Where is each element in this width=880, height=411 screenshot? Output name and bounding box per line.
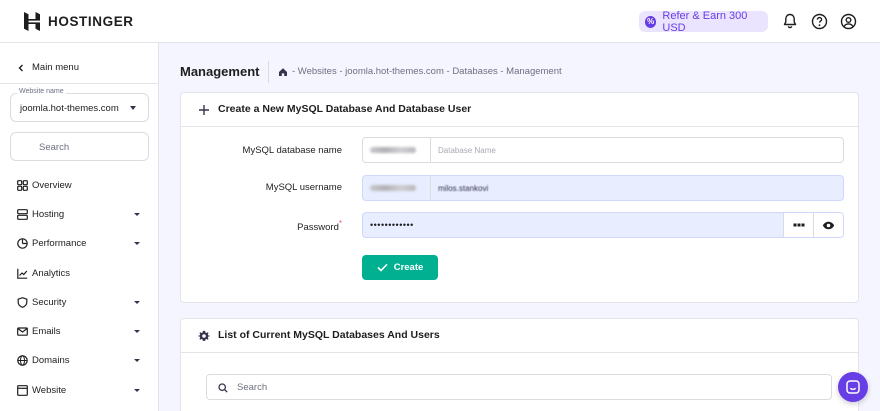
- sidebar-item-website[interactable]: Website: [0, 380, 159, 402]
- gear-icon: [198, 330, 210, 341]
- database-search-input[interactable]: Search: [206, 374, 832, 400]
- create-card-title: Create a New MySQL Database And Database…: [218, 103, 472, 115]
- main-menu-link[interactable]: Main menu: [18, 62, 79, 73]
- generate-password-button[interactable]: [783, 213, 813, 237]
- chevron-down-icon: [134, 389, 140, 392]
- chevron-down-icon: [134, 242, 140, 245]
- chevron-down-icon: [134, 330, 140, 333]
- page-title: Management: [180, 64, 260, 79]
- top-bar: HOSTINGER % Refer & Earn 300 USD: [0, 0, 880, 43]
- sidebar-item-label: Performance: [32, 238, 87, 249]
- breadcrumb: - Websites - joomla.hot-themes.com - Dat…: [278, 66, 562, 77]
- main-menu-label: Main menu: [32, 62, 79, 73]
- refer-earn-label: Refer & Earn 300 USD: [662, 9, 748, 34]
- required-marker: *: [338, 219, 342, 228]
- sidebar-item-analytics[interactable]: Analytics: [0, 263, 159, 285]
- db-name-field[interactable]: Database Name: [362, 137, 844, 163]
- performance-icon: [17, 238, 28, 249]
- caret-down-icon: [130, 106, 136, 110]
- username-label: MySQL username: [265, 182, 342, 193]
- sidebar-item-label: Website: [32, 385, 67, 396]
- analytics-icon: [17, 268, 28, 279]
- password-input[interactable]: ••••••••••••: [363, 213, 783, 237]
- chevron-down-icon: [134, 301, 140, 304]
- sidebar-item-label: Security: [32, 297, 67, 308]
- percent-icon: %: [645, 15, 657, 28]
- password-label: Password*: [202, 219, 342, 233]
- help-icon[interactable]: [810, 12, 828, 30]
- dots-icon: [793, 223, 804, 227]
- account-icon[interactable]: [839, 12, 857, 30]
- redacted-prefix: [370, 185, 416, 191]
- chevron-down-icon: [134, 213, 140, 216]
- sidebar-item-hosting[interactable]: Hosting: [0, 204, 159, 226]
- mail-icon: [17, 327, 28, 336]
- overview-icon: [17, 180, 28, 191]
- chevron-down-icon: [134, 359, 140, 362]
- username-input[interactable]: milos.stankovi: [431, 176, 488, 200]
- sidebar-search-placeholder: Search: [39, 142, 70, 153]
- website-select-label: Website name: [17, 88, 66, 95]
- password-label-text: Password: [297, 222, 339, 234]
- list-card-title: List of Current MySQL Databases And User…: [218, 329, 440, 341]
- db-prefix: [363, 138, 431, 162]
- home-icon[interactable]: [278, 67, 288, 77]
- sidebar-item-label: Domains: [32, 355, 70, 366]
- sidebar-item-domains[interactable]: Domains: [0, 350, 159, 372]
- username-field[interactable]: milos.stankovi: [362, 175, 844, 201]
- sidebar-item-label: Overview: [32, 180, 72, 191]
- password-field[interactable]: ••••••••••••: [362, 212, 844, 238]
- sidebar-item-label: Emails: [32, 326, 61, 337]
- hosting-icon: [17, 209, 28, 220]
- sidebar-search-input[interactable]: Search: [10, 132, 149, 161]
- sidebar-item-overview[interactable]: Overview: [0, 175, 159, 197]
- breadcrumb-path[interactable]: - Websites - joomla.hot-themes.com - Dat…: [292, 66, 562, 77]
- sidebar-item-label: Analytics: [32, 268, 71, 279]
- database-search-placeholder: Search: [237, 382, 268, 393]
- sidebar: Main menu Website name joomla.hot-themes…: [0, 43, 159, 411]
- chevron-left-icon: [18, 64, 23, 71]
- show-password-button[interactable]: [813, 213, 843, 237]
- website-select-value: joomla.hot-themes.com: [20, 103, 119, 114]
- divider: [0, 83, 159, 84]
- hostinger-logo[interactable]: HOSTINGER: [24, 12, 134, 31]
- db-name-input[interactable]: Database Name: [431, 138, 496, 162]
- create-button-label: Create: [393, 262, 424, 273]
- create-button[interactable]: Create: [362, 255, 438, 280]
- bell-icon[interactable]: [781, 12, 799, 30]
- website-select[interactable]: Website name joomla.hot-themes.com: [10, 88, 149, 122]
- refer-earn-button[interactable]: % Refer & Earn 300 USD: [639, 9, 768, 34]
- website-icon: [17, 385, 28, 396]
- eye-icon: [822, 221, 835, 229]
- create-card-header[interactable]: Create a New MySQL Database And Database…: [181, 93, 858, 127]
- sidebar-item-emails[interactable]: Emails: [0, 321, 159, 343]
- chat-button[interactable]: [838, 372, 868, 402]
- globe-icon: [17, 355, 28, 366]
- chat-icon: [846, 380, 860, 394]
- username-prefix: [363, 176, 431, 200]
- sidebar-item-performance[interactable]: Performance: [0, 233, 159, 255]
- logo-text: HOSTINGER: [48, 14, 134, 29]
- search-icon: [218, 383, 228, 393]
- check-icon: [377, 263, 388, 272]
- plus-icon: [199, 105, 209, 115]
- sidebar-item-security[interactable]: Security: [0, 292, 159, 314]
- list-card-header: List of Current MySQL Databases And User…: [181, 319, 858, 353]
- db-name-label: MySQL database name: [242, 145, 342, 156]
- hostinger-logo-icon: [24, 12, 40, 31]
- shield-icon: [17, 297, 28, 308]
- title-divider: [268, 61, 269, 83]
- sidebar-item-label: Hosting: [32, 209, 65, 220]
- redacted-prefix: [370, 147, 416, 153]
